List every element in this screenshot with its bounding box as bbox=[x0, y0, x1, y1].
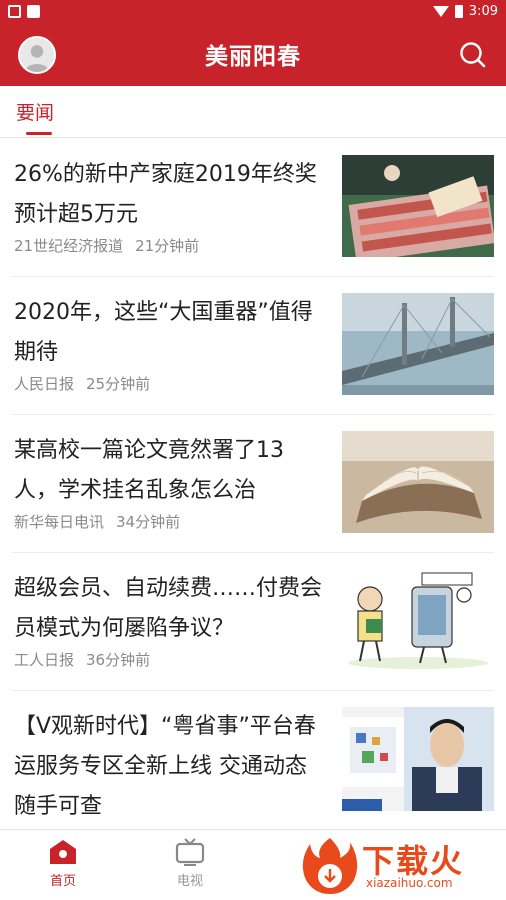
nav-home-label: 首页 bbox=[49, 874, 76, 889]
tv-icon bbox=[175, 838, 205, 866]
nav-tv-label: 电视 bbox=[176, 874, 203, 889]
news-title: 26%的新中产家庭2019年终奖预计超5万元 bbox=[14, 162, 317, 227]
watermark-url: xiazaihuo.com bbox=[366, 876, 453, 890]
news-list: 26%的新中产家庭2019年终奖预计超5万元 21世纪经济报道 21分钟前 202… bbox=[0, 139, 506, 831]
news-thumbnail bbox=[342, 293, 494, 395]
battery-icon bbox=[454, 4, 463, 18]
news-source: 21世纪经济报道 bbox=[14, 237, 124, 255]
tab-headlines[interactable]: 要闻 bbox=[16, 98, 54, 125]
nav-tv[interactable]: 电视 bbox=[160, 838, 220, 889]
tab-bar: 要闻 bbox=[0, 86, 506, 138]
news-item[interactable]: 超级会员、自动续费……付费会员模式为何屡陷争议？ 工人日报 36分钟前 bbox=[12, 553, 494, 691]
news-meta: 21世纪经济报道 21分钟前 bbox=[14, 235, 199, 256]
notification-icon bbox=[27, 4, 40, 18]
search-icon[interactable] bbox=[458, 40, 488, 70]
news-title: 某高校一篇论文竟然署了13人，学术挂名乱象怎么治 bbox=[14, 438, 284, 503]
status-time: 3:09 bbox=[468, 3, 498, 19]
news-item[interactable]: 某高校一篇论文竟然署了13人，学术挂名乱象怎么治 新华每日电讯 34分钟前 bbox=[12, 415, 494, 553]
news-source: 工人日报 bbox=[14, 651, 75, 669]
news-item[interactable]: 【V观新时代】“粤省事”平台春运服务专区全新上线 交通动态随手可查 bbox=[12, 691, 494, 831]
news-meta: 工人日报 36分钟前 bbox=[14, 649, 150, 670]
news-meta: 新华每日电讯 34分钟前 bbox=[14, 511, 180, 532]
news-thumbnail bbox=[342, 707, 494, 811]
flame-logo-icon bbox=[302, 838, 358, 894]
news-item[interactable]: 2020年，这些“大国重器”值得期待 人民日报 25分钟前 bbox=[12, 277, 494, 415]
nav-home[interactable]: 首页 bbox=[33, 838, 93, 889]
tab-active-indicator bbox=[26, 132, 52, 135]
avatar[interactable] bbox=[18, 36, 56, 74]
news-thumbnail bbox=[342, 569, 494, 671]
home-icon bbox=[50, 840, 76, 864]
news-time: 25分钟前 bbox=[86, 375, 151, 393]
news-time: 34分钟前 bbox=[116, 513, 181, 531]
news-thumbnail bbox=[342, 431, 494, 533]
news-thumbnail bbox=[342, 155, 494, 257]
wifi-icon bbox=[432, 5, 449, 17]
news-title: 超级会员、自动续费……付费会员模式为何屡陷争议？ bbox=[14, 576, 323, 641]
news-time: 21分钟前 bbox=[135, 237, 200, 255]
notification-icon bbox=[8, 4, 21, 18]
news-item[interactable]: 26%的新中产家庭2019年终奖预计超5万元 21世纪经济报道 21分钟前 bbox=[12, 139, 494, 277]
app-header: 美丽阳春 bbox=[0, 22, 506, 86]
app-title: 美丽阳春 bbox=[205, 44, 301, 70]
user-icon bbox=[20, 38, 54, 72]
news-source: 新华每日电讯 bbox=[14, 513, 105, 531]
watermark: 下载火 xiazaihuo.com bbox=[300, 832, 500, 896]
news-title: 【V观新时代】“粤省事”平台春运服务专区全新上线 交通动态随手可查 bbox=[14, 714, 316, 819]
news-source: 人民日报 bbox=[14, 375, 75, 393]
news-title: 2020年，这些“大国重器”值得期待 bbox=[14, 300, 313, 365]
status-bar: 3:09 bbox=[0, 0, 506, 22]
news-time: 36分钟前 bbox=[86, 651, 151, 669]
news-meta: 人民日报 25分钟前 bbox=[14, 373, 150, 394]
